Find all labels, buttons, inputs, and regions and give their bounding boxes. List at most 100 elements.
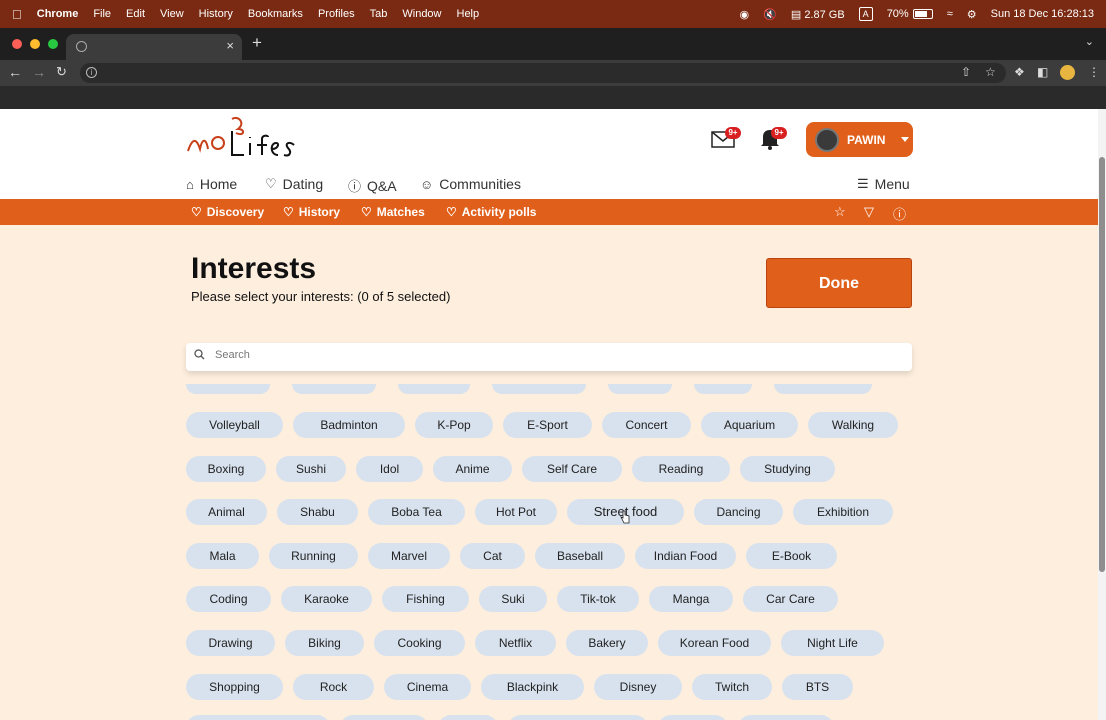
interest-chip[interactable]: Boxing (186, 456, 266, 482)
nav-menu[interactable]: ☰ Menu (857, 176, 910, 192)
interest-chip[interactable]: E-Sport (503, 412, 592, 438)
zoom-window-button[interactable] (48, 39, 58, 49)
tab-search-chevron-icon[interactable]: ⌄ (1085, 35, 1094, 48)
interest-chip[interactable]: Studying (740, 456, 835, 482)
interest-chip[interactable]: Disney (594, 674, 682, 700)
nav-communities[interactable]: ☺ Communities (420, 176, 521, 192)
interest-chip[interactable]: Tik-tok (557, 586, 639, 612)
interest-chip[interactable]: Bakery (566, 630, 648, 656)
interest-chip[interactable]: Volleyball (186, 412, 283, 438)
forward-arrow-icon[interactable]: → (32, 64, 46, 80)
interest-chip[interactable]: Manga (649, 586, 733, 612)
partial-chip[interactable] (492, 384, 586, 394)
partial-chip[interactable] (186, 384, 270, 394)
interest-chip[interactable]: Concert (602, 412, 691, 438)
interest-chip[interactable]: Idol (356, 456, 423, 482)
battery-indicator[interactable]: 70% (887, 8, 933, 20)
interest-chip[interactable]: Drawing (186, 630, 275, 656)
nav-qa[interactable]: ⓘ Q&A (348, 176, 397, 195)
bookmark-star-icon[interactable]: ☆ (985, 65, 996, 79)
record-icon[interactable]: ◉ (740, 8, 750, 21)
interest-chip[interactable]: K-Pop (415, 412, 493, 438)
interest-chip[interactable]: Running (269, 543, 358, 569)
interest-chip[interactable]: Marvel (368, 543, 450, 569)
partial-chip[interactable] (398, 384, 470, 394)
menu-view[interactable]: View (160, 8, 184, 20)
interest-chip[interactable]: Blackpink (481, 674, 584, 700)
partial-chip[interactable] (608, 384, 672, 394)
menu-bookmarks[interactable]: Bookmarks (248, 8, 303, 20)
interest-chip[interactable]: Exhibition (793, 499, 893, 525)
subnav-discovery[interactable]: ♡ Discovery (191, 205, 264, 219)
interest-chip[interactable]: Biking (285, 630, 364, 656)
done-button[interactable]: Done (766, 258, 912, 308)
mute-icon[interactable]: 🔇 (763, 8, 777, 21)
partial-chip[interactable] (186, 715, 330, 720)
interest-chip[interactable]: Cinema (384, 674, 471, 700)
memory-indicator[interactable]: ▤ 2.87 GB (791, 8, 845, 21)
share-icon[interactable]: ⇧ (961, 65, 971, 79)
subnav-matches[interactable]: ♡ Matches (361, 205, 425, 219)
menu-history[interactable]: History (199, 8, 233, 20)
interest-chip[interactable]: Netflix (475, 630, 556, 656)
interest-chip[interactable]: Badminton (293, 412, 405, 438)
menu-profiles[interactable]: Profiles (318, 8, 355, 20)
scrollbar-thumb[interactable] (1099, 157, 1105, 572)
interest-chip[interactable]: Dancing (694, 499, 783, 525)
interest-chip[interactable]: Twitch (692, 674, 772, 700)
close-window-button[interactable] (12, 39, 22, 49)
side-panel-icon[interactable]: ◧ (1037, 65, 1048, 79)
more-menu-icon[interactable]: ⋮ (1088, 65, 1100, 79)
interest-chip[interactable]: Sushi (276, 456, 346, 482)
nav-dating[interactable]: ♡ Dating (265, 176, 323, 192)
menu-clock[interactable]: Sun 18 Dec 16:28:13 (991, 8, 1094, 20)
menu-tab[interactable]: Tab (370, 8, 388, 20)
user-menu-button[interactable]: PAWIN (806, 122, 913, 157)
partial-chip[interactable] (694, 384, 752, 394)
subnav-activity-polls[interactable]: ♡ Activity polls (446, 205, 536, 219)
interest-chip[interactable]: Hot Pot (475, 499, 557, 525)
interest-chip[interactable]: Cooking (374, 630, 465, 656)
star-icon[interactable]: ☆ (834, 204, 846, 220)
partial-chip[interactable] (292, 384, 376, 394)
address-bar[interactable]: i (80, 63, 1006, 83)
partial-chip[interactable] (774, 384, 872, 394)
interest-chip[interactable]: Night Life (781, 630, 884, 656)
page-scrollbar[interactable] (1098, 109, 1106, 720)
new-tab-button[interactable]: + (252, 33, 262, 53)
menu-app-name[interactable]: Chrome (37, 8, 79, 20)
nav-home[interactable]: ⌂ Home (186, 176, 237, 192)
menu-help[interactable]: Help (457, 8, 480, 20)
interest-chip[interactable]: Aquarium (701, 412, 798, 438)
menu-file[interactable]: File (93, 8, 111, 20)
interest-chip[interactable]: Car Care (743, 586, 838, 612)
site-info-icon[interactable]: i (86, 67, 97, 78)
reload-icon[interactable]: ↻ (56, 64, 67, 80)
partial-chip[interactable] (508, 715, 648, 720)
site-logo[interactable] (186, 115, 298, 159)
search-input[interactable] (215, 349, 895, 361)
interest-chip[interactable]: Suki (479, 586, 547, 612)
interest-chip[interactable]: Anime (433, 456, 512, 482)
interest-chip[interactable]: Walking (808, 412, 898, 438)
interest-chip[interactable]: Fishing (382, 586, 469, 612)
interest-chip[interactable]: Shopping (186, 674, 283, 700)
control-center-icon[interactable]: ⚙ (967, 8, 977, 21)
interest-chip[interactable]: Shabu (277, 499, 358, 525)
back-arrow-icon[interactable]: ← (8, 64, 22, 80)
partial-chip[interactable] (438, 715, 498, 720)
menu-edit[interactable]: Edit (126, 8, 145, 20)
menu-window[interactable]: Window (402, 8, 441, 20)
tab-close-button[interactable]: × (226, 38, 234, 53)
interest-chip[interactable]: Indian Food (635, 543, 736, 569)
interest-chip[interactable]: E-Book (746, 543, 837, 569)
partial-chip[interactable] (658, 715, 728, 720)
interest-chip[interactable]: BTS (782, 674, 853, 700)
partial-chip[interactable] (340, 715, 428, 720)
interest-chip[interactable]: Baseball (535, 543, 625, 569)
interest-chip[interactable]: Reading (632, 456, 730, 482)
interest-chip[interactable]: Coding (186, 586, 271, 612)
interest-chip[interactable]: Cat (460, 543, 525, 569)
extensions-icon[interactable]: ❖ (1014, 65, 1025, 79)
browser-tab[interactable]: × (66, 34, 242, 60)
